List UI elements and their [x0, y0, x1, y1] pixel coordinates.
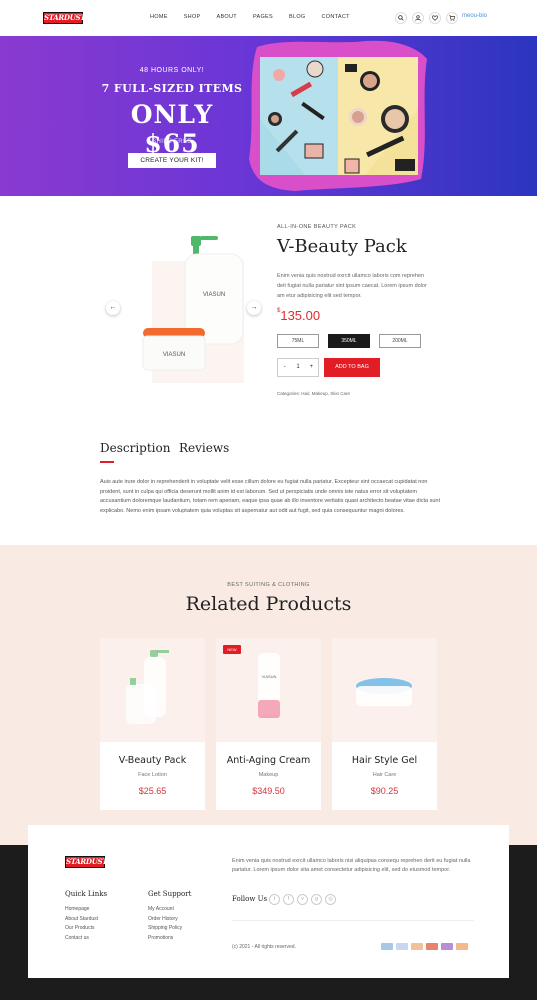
- tab-description[interactable]: Description: [100, 441, 170, 455]
- cosmetics-flatlay-image: [249, 40, 427, 192]
- product-card-price: $90.25: [370, 786, 399, 796]
- related-title: Related Products: [185, 593, 352, 615]
- svg-text:VIASUN: VIASUN: [203, 292, 225, 298]
- footer-link-products[interactable]: Our Products: [65, 924, 98, 934]
- footer-link-promotions[interactable]: Promotions: [148, 934, 182, 944]
- product-card-name[interactable]: Hair Style Gel: [332, 755, 437, 766]
- lotion-bottle-image: [126, 650, 169, 724]
- gel-jar-image: [356, 678, 412, 706]
- product-description: Enim venia quis nostrud exrcit ullamco l…: [277, 273, 427, 299]
- google-plus-icon[interactable]: g: [311, 894, 322, 905]
- svg-text:VIASUN: VIASUN: [262, 674, 277, 679]
- cart-icon[interactable]: [446, 12, 458, 24]
- payment-amex-icon: [396, 943, 408, 950]
- footer-link-account[interactable]: My Account: [148, 905, 182, 915]
- footer-link-homepage[interactable]: Homepage: [65, 905, 98, 915]
- banner-ships: SHIPS FREE: [152, 139, 192, 145]
- quick-links-list: Homepage About Stardust Our Products Con…: [65, 905, 98, 943]
- user-icon[interactable]: [412, 12, 424, 24]
- payment-visa-icon: [381, 943, 393, 950]
- payment-maestro-icon: [441, 943, 453, 950]
- promo-banner: 48 HOURS ONLY! 7 FULL-SIZED ITEMS ONLY $…: [0, 36, 537, 196]
- product-card[interactable]: VIASUN NEW Anti-Aging Cream Makeup $349.…: [216, 638, 321, 810]
- footer-link-about[interactable]: About Stardust: [65, 915, 98, 925]
- social-links: t f v g ◎: [269, 894, 336, 905]
- payment-methods: [381, 943, 468, 950]
- product-card-category: Makeup: [258, 772, 279, 778]
- tab-reviews[interactable]: Reviews: [179, 441, 229, 455]
- product-card-category: Face Lotion: [138, 772, 167, 778]
- size-option-200ml[interactable]: 200ML: [379, 334, 421, 348]
- nav-pages[interactable]: PAGES: [253, 14, 273, 20]
- banner-kicker: 48 HOURS ONLY!: [139, 67, 205, 74]
- support-links-list: My Account Order History Shipping Policy…: [148, 905, 182, 943]
- product-image: VIASUN VIASUN: [142, 236, 244, 371]
- support-title: Get Support: [148, 890, 192, 898]
- banner-title: 7 FULL-SIZED ITEMS: [101, 82, 243, 95]
- twitter-icon[interactable]: t: [269, 894, 280, 905]
- size-selector: 75ML 350ML 200ML: [277, 334, 421, 348]
- nav-contact[interactable]: CONTACT: [321, 14, 349, 20]
- product-categories: Categories: Hair, Makeup, Skin Care: [277, 391, 351, 396]
- gallery-next-button[interactable]: →: [247, 301, 261, 315]
- product-title: V-Beauty Pack: [277, 236, 407, 257]
- create-kit-button[interactable]: CREATE YOUR KIT!: [128, 153, 216, 168]
- qty-decrement-button[interactable]: -: [278, 359, 291, 376]
- quick-links-title: Quick Links: [65, 890, 108, 898]
- qty-value[interactable]: 1: [291, 359, 304, 376]
- footer-about-text: Enim venia quis nostrud exrcit ullamco l…: [232, 858, 471, 873]
- description-text: Auis aute irure dolor in reprehenderit i…: [100, 479, 440, 514]
- svg-text:VIASUN: VIASUN: [163, 352, 185, 358]
- product-card[interactable]: V-Beauty Pack Face Lotion $25.65: [100, 638, 205, 810]
- broken-image-placeholder: meou-bio: [462, 13, 488, 19]
- payment-discover-icon: [411, 943, 423, 950]
- product-card-price: $349.50: [252, 786, 285, 796]
- footer-link-orders[interactable]: Order History: [148, 915, 182, 925]
- active-tab-indicator: [100, 461, 114, 463]
- footer-logo[interactable]: STARDUST: [65, 856, 107, 868]
- product-card-name[interactable]: Anti-Aging Cream: [216, 755, 321, 766]
- product-card-price: $25.65: [138, 786, 167, 796]
- product-card[interactable]: Hair Style Gel Hair Care $90.25: [332, 638, 437, 810]
- gallery-prev-button[interactable]: ←: [106, 301, 120, 315]
- site-header: STARDUST HOME SHOP ABOUT PAGES BLOG CONT…: [0, 0, 537, 36]
- banner-price: ONLY $65: [130, 100, 214, 158]
- main-nav: HOME SHOP ABOUT PAGES BLOG CONTACT: [150, 14, 366, 20]
- payment-mastercard-icon: [426, 943, 438, 950]
- payment-paypal-icon: [456, 943, 468, 950]
- product-card-image: [332, 638, 437, 742]
- nav-about[interactable]: ABOUT: [217, 14, 237, 20]
- product-price: $135.00: [277, 308, 320, 323]
- nav-home[interactable]: HOME: [150, 14, 168, 20]
- footer: STARDUST Enim venia quis nostrud exrcit …: [28, 825, 509, 978]
- quantity-stepper: - 1 +: [277, 358, 319, 377]
- product-card-image: [100, 638, 205, 742]
- nav-blog[interactable]: BLOG: [289, 14, 305, 20]
- new-badge: NEW: [223, 645, 241, 654]
- product-kicker: ALL-IN-ONE BEAUTY PACK: [277, 224, 357, 230]
- nav-shop[interactable]: SHOP: [184, 14, 201, 20]
- facebook-icon[interactable]: f: [283, 894, 294, 905]
- related-kicker: BEST SUITING & CLOTHING: [227, 582, 310, 588]
- product-card-name[interactable]: V-Beauty Pack: [100, 755, 205, 766]
- search-icon[interactable]: [395, 12, 407, 24]
- related-products-section: BEST SUITING & CLOTHING Related Products…: [0, 545, 537, 845]
- product-card-category: Hair Care: [372, 772, 397, 778]
- follow-us-label: Follow Us: [232, 895, 268, 903]
- size-option-350ml[interactable]: 350ML: [328, 334, 370, 348]
- vimeo-icon[interactable]: v: [297, 894, 308, 905]
- header-icons: [395, 12, 458, 24]
- stardust-logo[interactable]: STARDUST: [43, 12, 85, 24]
- heart-icon[interactable]: [429, 12, 441, 24]
- instagram-icon[interactable]: ◎: [325, 894, 336, 905]
- add-to-bag-button[interactable]: ADD TO BAG: [324, 358, 380, 377]
- footer-divider: [232, 920, 474, 921]
- product-gallery: VIASUN VIASUN: [100, 228, 270, 388]
- copyright-text: (c) 2021 - All rights reserved.: [232, 944, 296, 950]
- price-value: 135.00: [280, 308, 321, 323]
- qty-increment-button[interactable]: +: [305, 359, 318, 376]
- footer-link-shipping[interactable]: Shipping Policy: [148, 924, 182, 934]
- size-option-75ml[interactable]: 75ML: [277, 334, 319, 348]
- footer-link-contact[interactable]: Contact us: [65, 934, 98, 944]
